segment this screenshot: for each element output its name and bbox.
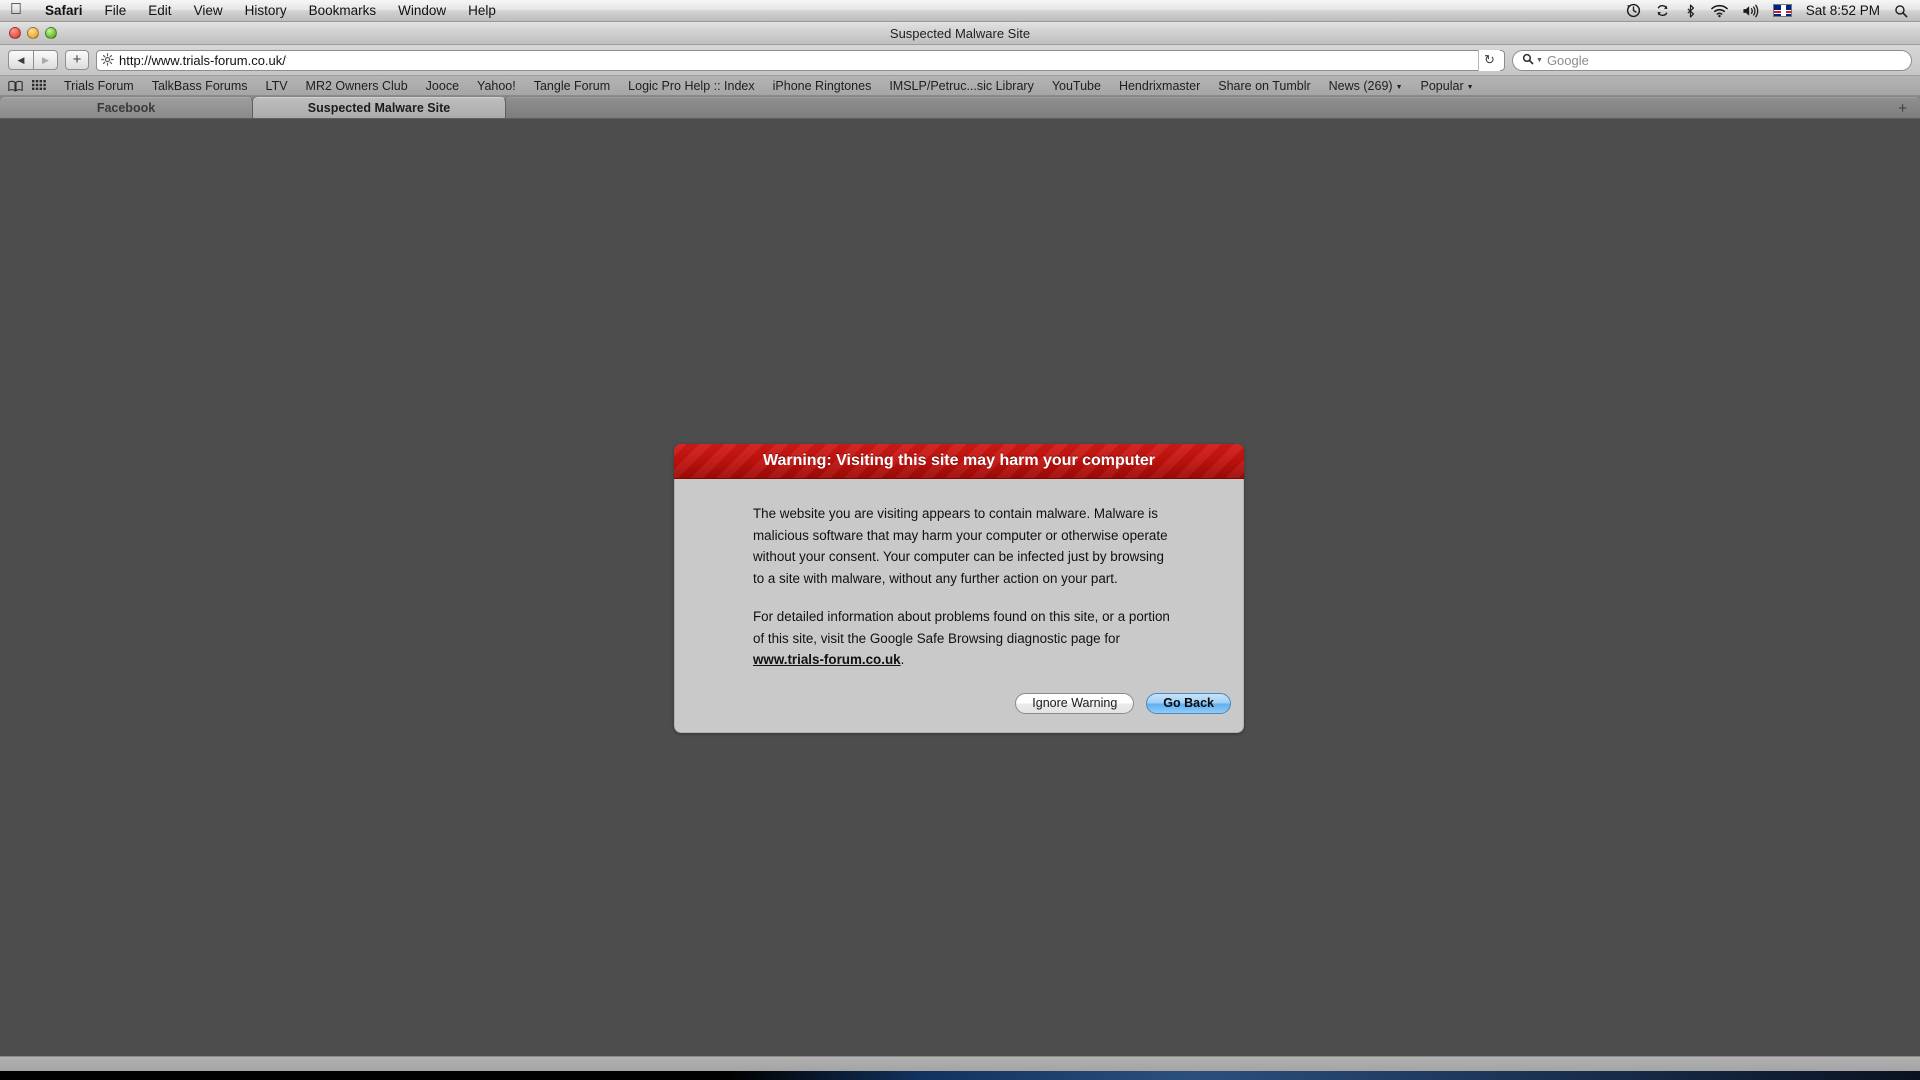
tab-facebook[interactable]: Facebook	[0, 97, 253, 118]
malware-warning-dialog: Warning: Visiting this site may harm you…	[674, 444, 1244, 733]
close-button[interactable]	[9, 27, 21, 39]
system-menu-bar:  Safari File Edit View History Bookmark…	[0, 0, 1920, 22]
menu-item-edit[interactable]: Edit	[137, 3, 182, 18]
warning-dialog-title: Warning: Visiting this site may harm you…	[674, 444, 1244, 479]
menu-item-window[interactable]: Window	[387, 3, 457, 18]
chevron-down-icon: ▼	[1466, 83, 1474, 91]
new-tab-button[interactable]: +	[1898, 101, 1907, 116]
forward-button[interactable]: ▶	[33, 50, 58, 70]
apple-logo-icon[interactable]: 	[10, 1, 22, 18]
chevron-down-icon: ▼	[1395, 83, 1403, 91]
bookmark-imslp[interactable]: IMSLP/Petruc...sic Library	[880, 79, 1043, 93]
bookmark-hendrixmaster[interactable]: Hendrixmaster	[1110, 79, 1209, 93]
diagnostic-page-link[interactable]: www.trials-forum.co.uk	[753, 652, 901, 667]
warning-paragraph-2-suffix: .	[900, 652, 905, 668]
ignore-warning-button[interactable]: Ignore Warning	[1015, 692, 1135, 714]
volume-icon[interactable]	[1742, 4, 1759, 18]
menu-item-view[interactable]: View	[183, 3, 234, 18]
navigation-buttons: ◀ ▶	[8, 50, 58, 70]
menu-item-help[interactable]: Help	[457, 3, 507, 18]
warning-dialog-buttons: Ignore Warning Go Back	[675, 692, 1243, 714]
window-status-bar	[0, 1056, 1920, 1071]
warning-paragraph-1: The website you are visiting appears to …	[753, 506, 1168, 587]
bookmark-iphone-ringtones[interactable]: iPhone Ringtones	[764, 79, 881, 93]
menu-item-file[interactable]: File	[94, 3, 138, 18]
bookmark-ltv[interactable]: LTV	[257, 79, 297, 93]
search-field[interactable]: ▼ Google	[1512, 49, 1912, 71]
warning-dialog-body: The website you are visiting appears to …	[674, 479, 1244, 733]
grid-icon[interactable]	[32, 79, 46, 92]
tab-bar-filler: +	[506, 97, 1920, 118]
bookmark-logic-pro-help[interactable]: Logic Pro Help :: Index	[619, 79, 763, 93]
search-input-placeholder: Google	[1546, 52, 1589, 68]
window-title: Suspected Malware Site	[889, 25, 1031, 41]
address-bar-url: http://www.trials-forum.co.uk/	[119, 52, 286, 68]
time-machine-icon[interactable]	[1626, 3, 1641, 18]
wifi-icon[interactable]	[1710, 4, 1728, 18]
bookmark-talkbass-forums[interactable]: TalkBass Forums	[143, 79, 257, 93]
bookmark-share-on-tumblr[interactable]: Share on Tumblr	[1209, 79, 1319, 93]
bookmark-mr2-owners-club[interactable]: MR2 Owners Club	[297, 79, 417, 93]
uk-flag-icon[interactable]	[1772, 4, 1792, 17]
bluetooth-icon[interactable]	[1684, 3, 1697, 18]
warning-paragraph-2: For detailed information about problems …	[753, 606, 1173, 671]
window-controls	[9, 27, 57, 39]
add-bookmark-button[interactable]: +	[65, 50, 89, 70]
bookmark-youtube[interactable]: YouTube	[1043, 79, 1110, 93]
browser-toolbar: ◀ ▶ + http://www.trials-forum.co.uk/ ↻ ▼…	[0, 45, 1920, 76]
go-back-button[interactable]: Go Back	[1146, 692, 1231, 714]
bookmark-popular-label: Popular	[1420, 78, 1464, 93]
bookmark-jooce[interactable]: Jooce	[417, 79, 468, 93]
safari-window: Suspected Malware Site ◀ ▶ + http://www.…	[0, 22, 1920, 1056]
bookmark-yahoo[interactable]: Yahoo!	[468, 79, 525, 93]
tab-bar: Facebook Suspected Malware Site +	[0, 96, 1920, 119]
address-bar[interactable]: http://www.trials-forum.co.uk/ ↻	[96, 49, 1505, 71]
warning-paragraph-2-prefix: For detailed information about problems …	[753, 608, 1170, 646]
bookmark-trials-forum[interactable]: Trials Forum	[55, 79, 143, 93]
spotlight-search-icon[interactable]	[1894, 4, 1908, 18]
tab-suspected-malware-site[interactable]: Suspected Malware Site	[253, 97, 506, 118]
reload-button[interactable]: ↻	[1478, 49, 1500, 71]
back-button[interactable]: ◀	[8, 50, 33, 70]
bookmark-popular-folder[interactable]: Popular ▼	[1412, 79, 1483, 93]
window-title-bar[interactable]: Suspected Malware Site	[0, 22, 1920, 45]
bookmark-news-label: News (269)	[1328, 78, 1393, 93]
bookmark-news-folder[interactable]: News (269) ▼	[1320, 79, 1412, 93]
bookmarks-bar: Trials Forum TalkBass Forums LTV MR2 Own…	[0, 76, 1920, 96]
sync-icon[interactable]	[1655, 3, 1670, 18]
minimize-button[interactable]	[27, 27, 39, 39]
chevron-down-icon[interactable]: ▼	[1536, 57, 1543, 64]
book-icon[interactable]	[8, 80, 23, 92]
menu-item-safari[interactable]: Safari	[34, 3, 94, 18]
menu-item-history[interactable]: History	[234, 3, 298, 18]
menu-bar-clock[interactable]: Sat 8:52 PM	[1806, 3, 1880, 18]
page-content: Warning: Visiting this site may harm you…	[0, 119, 1920, 1056]
search-icon	[1522, 53, 1534, 68]
menu-item-bookmarks[interactable]: Bookmarks	[298, 3, 388, 18]
gear-icon	[101, 52, 114, 68]
bookmark-tangle-forum[interactable]: Tangle Forum	[525, 79, 619, 93]
menu-bar-status-area: Sat 8:52 PM	[1626, 3, 1908, 18]
dock-strip	[0, 1071, 1920, 1080]
zoom-button[interactable]	[45, 27, 57, 39]
